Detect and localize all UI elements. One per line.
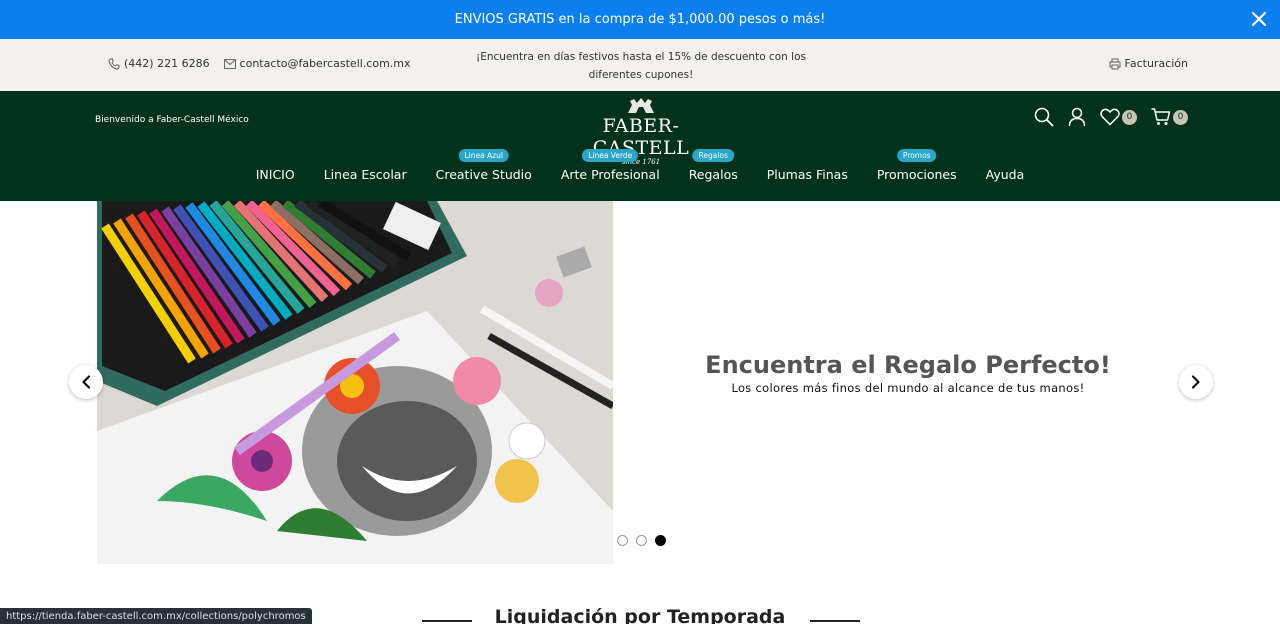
phone-link[interactable]: (442) 221 6286 [108,57,210,70]
contact-info: (442) 221 6286 contacto@fabercastell.com… [108,57,411,70]
slider-dots [617,535,666,546]
nav-label: Arte Profesional [560,167,660,182]
hero-text: Encuentra el Regalo Perfecto! Los colore… [700,351,1116,395]
mail-icon [223,58,236,69]
welcome-text: Bienvenido a Faber-Castell México [95,115,249,125]
main-nav: INICIO Linea Escolar Linea Azul Creative… [0,149,1280,182]
nav-item-linea-escolar[interactable]: Linea Escolar [324,167,407,182]
chevron-right-icon [1191,375,1200,389]
cart-button[interactable]: 0 [1151,108,1188,126]
billing-label: Facturación [1124,57,1188,70]
nav-item-arte-profesional[interactable]: Linea Verde Arte Profesional [560,149,660,182]
browser-status-url: https://tienda.faber-castell.com.mx/coll… [0,608,312,624]
wishlist-button[interactable]: 0 [1100,108,1137,126]
nav-item-inicio[interactable]: INICIO [256,167,295,182]
section-divider-right [810,620,860,622]
nav-item-promociones[interactable]: Promos Promociones [876,149,957,182]
nav-label: Creative Studio [435,167,532,182]
cart-icon [1151,108,1171,125]
slider-dot-3[interactable] [655,535,666,546]
nav-item-regalos[interactable]: Regalos Regalos [688,149,738,182]
nav-label: Plumas Finas [766,167,848,182]
nav-tag: Promos [896,149,937,162]
phone-number: (442) 221 6286 [124,57,210,70]
promo-text: ¡Encuentra en días festivos hasta el 15%… [476,51,806,81]
hero-headline: Encuentra el Regalo Perfecto! [705,351,1111,379]
hero-subtext: Los colores más finos del mundo al alcan… [731,381,1085,395]
header-icons: 0 0 [1034,107,1188,127]
close-icon[interactable] [1250,10,1268,28]
account-icon[interactable] [1068,107,1086,127]
slider-dot-2[interactable] [636,535,647,546]
nav-label: INICIO [255,167,295,182]
knights-logo-icon [628,98,654,113]
nav-tag: Regalos [692,149,734,162]
announcement-text: ENVIOS GRATIS en la compra de $1,000.00 … [454,12,826,27]
hero-slider: Encuentra el Regalo Perfecto! Los colore… [0,201,1280,564]
chevron-left-icon [82,375,91,389]
printer-icon [1109,58,1120,69]
email-address: contacto@fabercastell.com.mx [239,57,411,70]
search-icon[interactable] [1034,107,1054,127]
section-title: Liquidación por Temporada [494,606,786,624]
nav-tag: Linea Azul [458,149,509,162]
slider-prev-button[interactable] [69,365,103,399]
wishlist-count: 0 [1122,109,1137,125]
section-divider-left [422,620,472,622]
slider-next-button[interactable] [1179,365,1213,399]
info-bar: (442) 221 6286 contacto@fabercastell.com… [0,39,1280,91]
nav-label: Linea Escolar [323,167,407,182]
cart-count: 0 [1173,109,1188,125]
nav-item-plumas-finas[interactable]: Plumas Finas [767,167,848,182]
nav-tag: Linea Verde [582,149,639,162]
announcement-bar: ENVIOS GRATIS en la compra de $1,000.00 … [0,0,1280,39]
hero-illustration [97,201,613,564]
main-header: Bienvenido a Faber-Castell México FABER-… [0,91,1280,201]
nav-item-creative-studio[interactable]: Linea Azul Creative Studio [435,149,532,182]
slider-dot-1[interactable] [617,535,628,546]
hero-image[interactable] [97,201,613,564]
phone-icon [108,58,120,69]
email-link[interactable]: contacto@fabercastell.com.mx [223,57,411,70]
nav-item-ayuda[interactable]: Ayuda [986,167,1025,182]
nav-label: Regalos [688,167,738,182]
heart-icon [1100,108,1120,126]
billing-link[interactable]: Facturación [1109,57,1188,70]
nav-label: Promociones [876,167,957,182]
nav-label: Ayuda [985,167,1025,182]
